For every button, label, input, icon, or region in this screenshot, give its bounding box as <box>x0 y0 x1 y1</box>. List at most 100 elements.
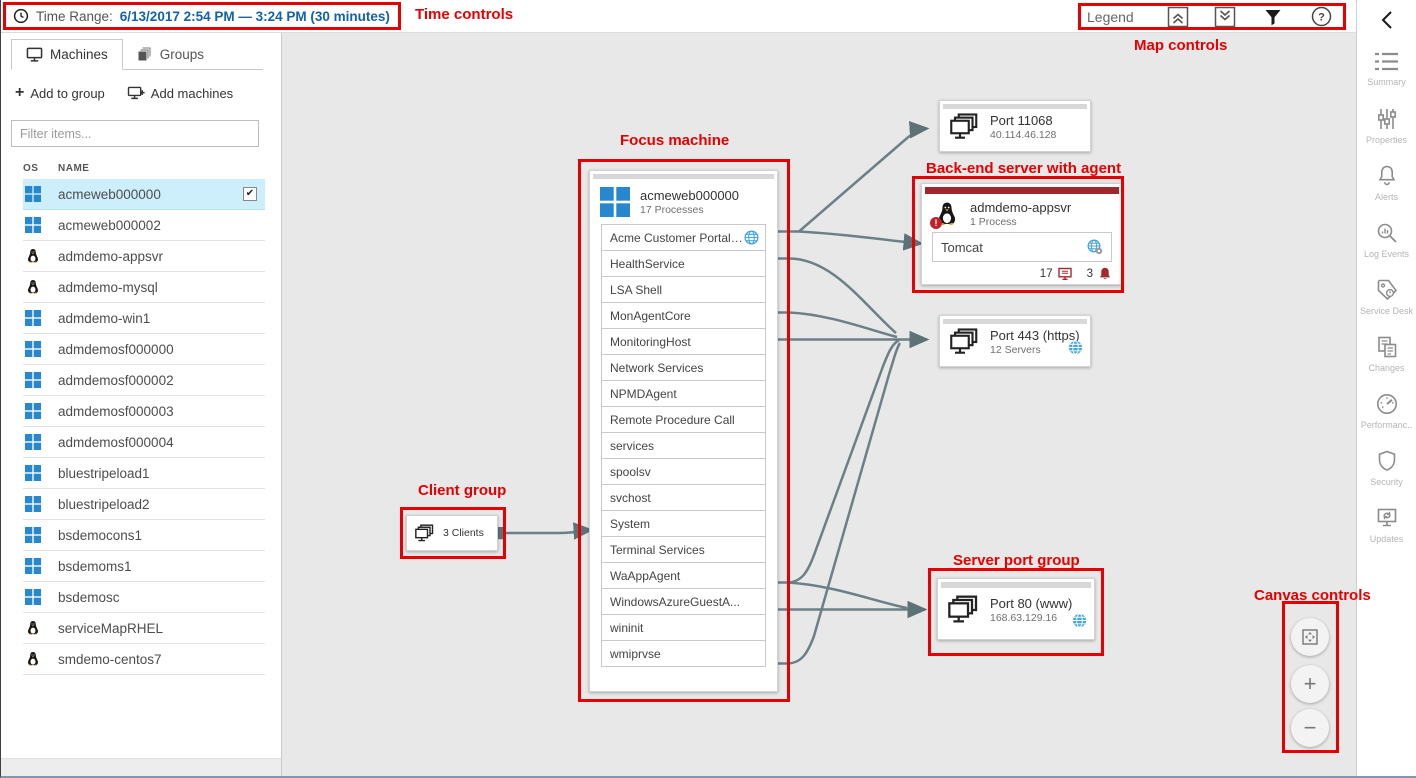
horizontal-scrollbar[interactable] <box>1 758 281 776</box>
process-row[interactable]: Terminal Services <box>601 536 766 563</box>
panel-item-label: Log Events <box>1364 249 1409 259</box>
machine-row[interactable]: smdemo-centos7 ✔ <box>23 644 265 675</box>
process-row[interactable]: spoolsv <box>601 458 766 485</box>
process-row[interactable]: svchost <box>601 484 766 511</box>
machine-name: admdemo-win1 <box>58 311 265 326</box>
machine-row[interactable]: acmeweb000000 ✔ <box>23 179 265 210</box>
tab-groups[interactable]: Groups <box>123 39 218 69</box>
selected-checkbox[interactable]: ✔ <box>243 187 257 201</box>
process-name: MonitoringHost <box>610 335 759 349</box>
machine-row[interactable]: admdemo-appsvr ✔ <box>23 241 265 272</box>
panel-item-properties[interactable]: Properties <box>1357 97 1416 154</box>
panel-item-service-desk[interactable]: Service Desk <box>1357 268 1416 325</box>
machine-row[interactable]: admdemo-win1 ✔ <box>23 303 265 334</box>
add-to-group-button[interactable]: + Add to group <box>15 85 105 101</box>
machine-name: bluestripeload2 <box>58 497 265 512</box>
focus-machine-node[interactable]: acmeweb000000 17 Processes Acme Customer… <box>589 170 778 692</box>
process-row[interactable]: MonitoringHost <box>601 328 766 355</box>
time-range-control[interactable]: Time Range: 6/13/2017 2:54 PM — 3:24 PM … <box>3 2 401 30</box>
top-bar: Time Range: 6/13/2017 2:54 PM — 3:24 PM … <box>1 0 1357 33</box>
machine-name: admdemosf000000 <box>58 342 265 357</box>
machine-row[interactable]: admdemosf000003 ✔ <box>23 396 265 427</box>
fit-screen-icon <box>1301 628 1319 646</box>
panel-item-summary[interactable]: Summary <box>1357 40 1416 97</box>
help-button[interactable]: ? <box>1305 6 1337 27</box>
process-row[interactable]: LSA Shell <box>601 276 766 303</box>
process-name: HealthService <box>610 257 759 271</box>
process-row[interactable]: Acme Customer Portal ... <box>601 224 766 251</box>
machine-row[interactable]: acmeweb000002 ✔ <box>23 210 265 241</box>
process-row[interactable]: services <box>601 432 766 459</box>
expand-all-button[interactable] <box>1210 6 1242 27</box>
add-machine-icon <box>127 86 145 101</box>
panel-item-security[interactable]: Security <box>1357 439 1416 496</box>
tomcat-process-row[interactable]: Tomcat <box>932 232 1112 262</box>
legend-label[interactable]: Legend <box>1087 9 1134 25</box>
web-globe-icon <box>1068 340 1083 360</box>
client-group-count: 3 Clients <box>443 527 484 539</box>
client-group-node[interactable]: 3 Clients <box>406 515 498 551</box>
question-mark-icon: ? <box>1311 6 1332 27</box>
filter-input[interactable] <box>11 120 259 147</box>
windows-icon <box>25 434 41 450</box>
process-row[interactable]: NPMDAgent <box>601 380 766 407</box>
machine-row[interactable]: admdemosf000002 ✔ <box>23 365 265 396</box>
panel-item-updates[interactable]: Updates <box>1357 496 1416 553</box>
machine-row[interactable]: serviceMapRHEL ✔ <box>23 613 265 644</box>
port-11068-title: Port 11068 <box>990 113 1056 128</box>
panel-item-performance[interactable]: Performanc.. <box>1357 382 1416 439</box>
panel-item-alerts[interactable]: Alerts <box>1357 154 1416 211</box>
port-443-node[interactable]: Port 443 (https) 12 Servers <box>939 315 1091 367</box>
process-name: LSA Shell <box>610 283 759 297</box>
add-to-group-label: Add to group <box>30 86 104 101</box>
panel-item-log-events[interactable]: Log Events <box>1357 211 1416 268</box>
machine-row[interactable]: bluestripeload1 ✔ <box>23 458 265 489</box>
machine-name: admdemosf000002 <box>58 373 265 388</box>
machine-row[interactable]: bluestripeload2 ✔ <box>23 489 265 520</box>
zoom-out-button[interactable]: − <box>1291 709 1329 747</box>
port-80-node[interactable]: Port 80 (www) 168.63.129.16 <box>937 578 1095 640</box>
machine-name: bsdemoms1 <box>58 559 265 574</box>
machine-row[interactable]: bsdemoms1 ✔ <box>23 551 265 582</box>
zoom-in-button[interactable]: + <box>1291 665 1329 703</box>
collapse-all-button[interactable] <box>1162 6 1194 27</box>
focus-machine-subtitle: 17 Processes <box>640 204 739 216</box>
port-11068-node[interactable]: Port 11068 40.114.46.128 <box>939 100 1091 152</box>
add-machines-button[interactable]: Add machines <box>127 86 233 101</box>
machine-name: admdemo-appsvr <box>58 249 265 264</box>
tab-machines[interactable]: Machines <box>11 39 123 70</box>
process-row[interactable]: WaAppAgent <box>601 562 766 589</box>
panel-item-changes[interactable]: Changes <box>1357 325 1416 382</box>
updates-icon <box>1375 506 1399 530</box>
web-globe-icon <box>744 230 759 245</box>
process-row[interactable]: Network Services <box>601 354 766 381</box>
machine-row[interactable]: bsdemocons1 ✔ <box>23 520 265 551</box>
backend-server-title: admdemo-appsvr <box>970 200 1071 215</box>
time-range-value[interactable]: 6/13/2017 2:54 PM — 3:24 PM (30 minutes) <box>120 9 390 24</box>
machine-alert-icon <box>1058 267 1072 281</box>
process-row[interactable]: System <box>601 510 766 537</box>
collapse-panel-button[interactable] <box>1357 6 1416 34</box>
process-row[interactable]: Remote Procedure Call <box>601 406 766 433</box>
process-row[interactable]: HealthService <box>601 250 766 277</box>
process-row[interactable]: WindowsAzureGuestA... <box>601 588 766 615</box>
process-name: Acme Customer Portal ... <box>610 231 744 245</box>
map-canvas[interactable] <box>282 33 1357 776</box>
backend-server-subtitle: 1 Process <box>970 216 1071 228</box>
process-row[interactable]: wininit <box>601 614 766 641</box>
backend-server-node[interactable]: ! admdemo-appsvr 1 Process Tomcat 17 <box>921 183 1123 285</box>
process-row[interactable]: MonAgentCore <box>601 302 766 329</box>
groups-icon <box>137 46 153 62</box>
port-443-servers: 12 Servers <box>990 344 1080 356</box>
machine-list-panel: Machines Groups + Add to group <box>1 33 282 776</box>
machine-row[interactable]: admdemo-mysql ✔ <box>23 272 265 303</box>
fit-to-screen-button[interactable] <box>1291 618 1329 656</box>
filter-button[interactable] <box>1257 6 1289 27</box>
process-row[interactable]: wmiprvse <box>601 640 766 667</box>
machine-row[interactable]: admdemosf000000 ✔ <box>23 334 265 365</box>
machine-row[interactable]: bsdemosc ✔ <box>23 582 265 613</box>
details-panel: Summary Properties Alerts <box>1356 0 1416 776</box>
machine-row[interactable]: admdemosf000004 ✔ <box>23 427 265 458</box>
windows-icon <box>25 496 41 512</box>
clock-icon <box>13 8 29 24</box>
